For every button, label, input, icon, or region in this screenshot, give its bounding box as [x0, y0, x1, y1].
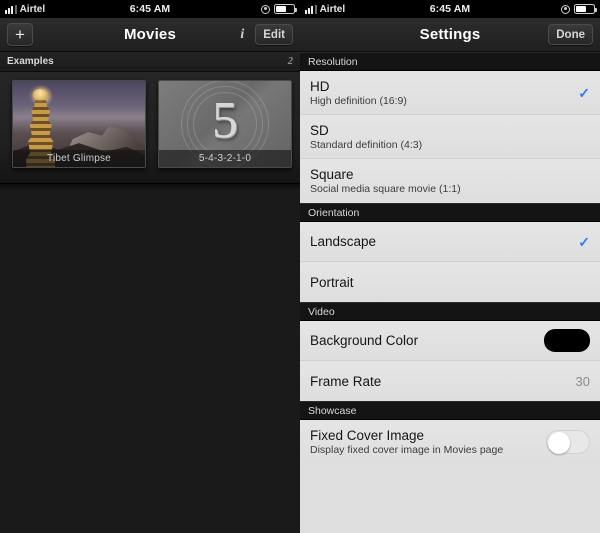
battery-icon — [274, 4, 298, 14]
settings-panel: Airtel 6:45 AM Settings Done Resolution … — [300, 0, 600, 533]
movies-panel: Airtel 6:45 AM + Movies i Edit Examples … — [0, 0, 300, 533]
movies-navbar: + Movies i Edit — [0, 18, 300, 52]
section-header-resolution: Resolution — [300, 52, 600, 71]
battery-icon — [574, 4, 598, 14]
movies-navbar-right: i Edit — [237, 24, 293, 45]
status-bar-indicators — [561, 4, 598, 14]
info-icon[interactable]: i — [237, 27, 247, 43]
section-body-showcase: Fixed Cover Image Display fixed cover im… — [300, 420, 600, 464]
checkmark-icon: ✓ — [578, 233, 590, 250]
examples-label: Examples — [7, 56, 54, 67]
status-bar-left: Airtel 6:45 AM — [0, 0, 300, 18]
row-subtitle: Social media square movie (1:1) — [310, 183, 461, 195]
row-title: Square — [310, 167, 354, 182]
settings-row-sd[interactable]: SD Standard definition (4:3) — [300, 115, 600, 159]
pagoda-finial-shape — [32, 88, 48, 100]
settings-row-fixed-cover-image[interactable]: Fixed Cover Image Display fixed cover im… — [300, 420, 600, 464]
row-text-group: SD Standard definition (4:3) — [310, 123, 422, 151]
row-title: SD — [310, 122, 329, 138]
shelf-edge-divider — [0, 184, 300, 190]
row-text-group: Square Social media square movie (1:1) — [310, 167, 461, 195]
checkmark-icon: ✓ — [578, 84, 590, 101]
fixed-cover-image-toggle[interactable] — [546, 430, 590, 454]
row-title: HD — [310, 78, 330, 94]
settings-row-portrait[interactable]: Portrait — [300, 262, 600, 302]
movie-thumbnail[interactable]: Tibet Glimpse — [12, 80, 146, 168]
row-subtitle: High definition (16:9) — [310, 94, 407, 107]
row-title: Fixed Cover Image — [310, 428, 425, 443]
settings-row-landscape[interactable]: Landscape ✓ — [300, 222, 600, 262]
row-title: Portrait — [310, 274, 354, 290]
status-bar-indicators — [261, 4, 298, 14]
toggle-knob — [548, 432, 570, 454]
settings-row-hd[interactable]: HD High definition (16:9) ✓ — [300, 71, 600, 115]
movie-thumbnail[interactable]: 5 5-4-3-2-1-0 — [158, 80, 292, 168]
row-title: Landscape — [310, 234, 377, 249]
row-subtitle: Standard definition (4:3) — [310, 138, 423, 151]
movie-title-label: Tibet Glimpse — [13, 150, 145, 167]
settings-navbar-right: Done — [548, 24, 593, 45]
row-title: Background Color — [310, 333, 419, 348]
edit-button[interactable]: Edit — [255, 24, 293, 45]
clock-label: 6:45 AM — [429, 3, 471, 15]
section-header-video: Video — [300, 302, 600, 321]
row-text-group: Fixed Cover Image Display fixed cover im… — [310, 428, 503, 456]
examples-shelf: Tibet Glimpse 5 5-4-3-2-1-0 — [0, 72, 300, 184]
settings-row-frame-rate[interactable]: Frame Rate 30 — [300, 361, 600, 401]
row-title: Frame Rate — [310, 373, 382, 389]
movie-title-label: 5-4-3-2-1-0 — [159, 150, 291, 167]
add-movie-button[interactable]: + — [7, 23, 33, 46]
section-header-orientation: Orientation — [300, 203, 600, 222]
examples-count: 2 — [287, 56, 293, 67]
section-header-showcase: Showcase — [300, 401, 600, 420]
clock-label: 6:45 AM — [129, 3, 171, 15]
settings-row-background-color[interactable]: Background Color — [300, 321, 600, 361]
section-body-orientation: Landscape ✓ Portrait — [300, 222, 600, 302]
section-body-resolution: HD High definition (16:9) ✓ SD Standard … — [300, 71, 600, 203]
countdown-number: 5 — [212, 92, 238, 149]
status-bar-right: Airtel 6:45 AM — [300, 0, 600, 18]
section-body-video: Background Color Frame Rate 30 — [300, 321, 600, 401]
settings-navbar: Settings Done — [300, 18, 600, 52]
examples-section-header: Examples 2 — [0, 52, 300, 72]
frame-rate-value: 30 — [575, 373, 590, 389]
rotation-lock-icon — [561, 4, 570, 14]
app-screenshot: Airtel 6:45 AM + Movies i Edit Examples … — [0, 0, 600, 533]
row-subtitle: Display fixed cover image in Movies page — [310, 444, 504, 456]
rotation-lock-icon — [261, 4, 270, 14]
settings-row-square[interactable]: Square Social media square movie (1:1) — [300, 159, 600, 203]
done-button[interactable]: Done — [548, 24, 593, 45]
background-color-swatch[interactable] — [544, 329, 590, 352]
row-text-group: HD High definition (16:9) — [310, 79, 407, 107]
